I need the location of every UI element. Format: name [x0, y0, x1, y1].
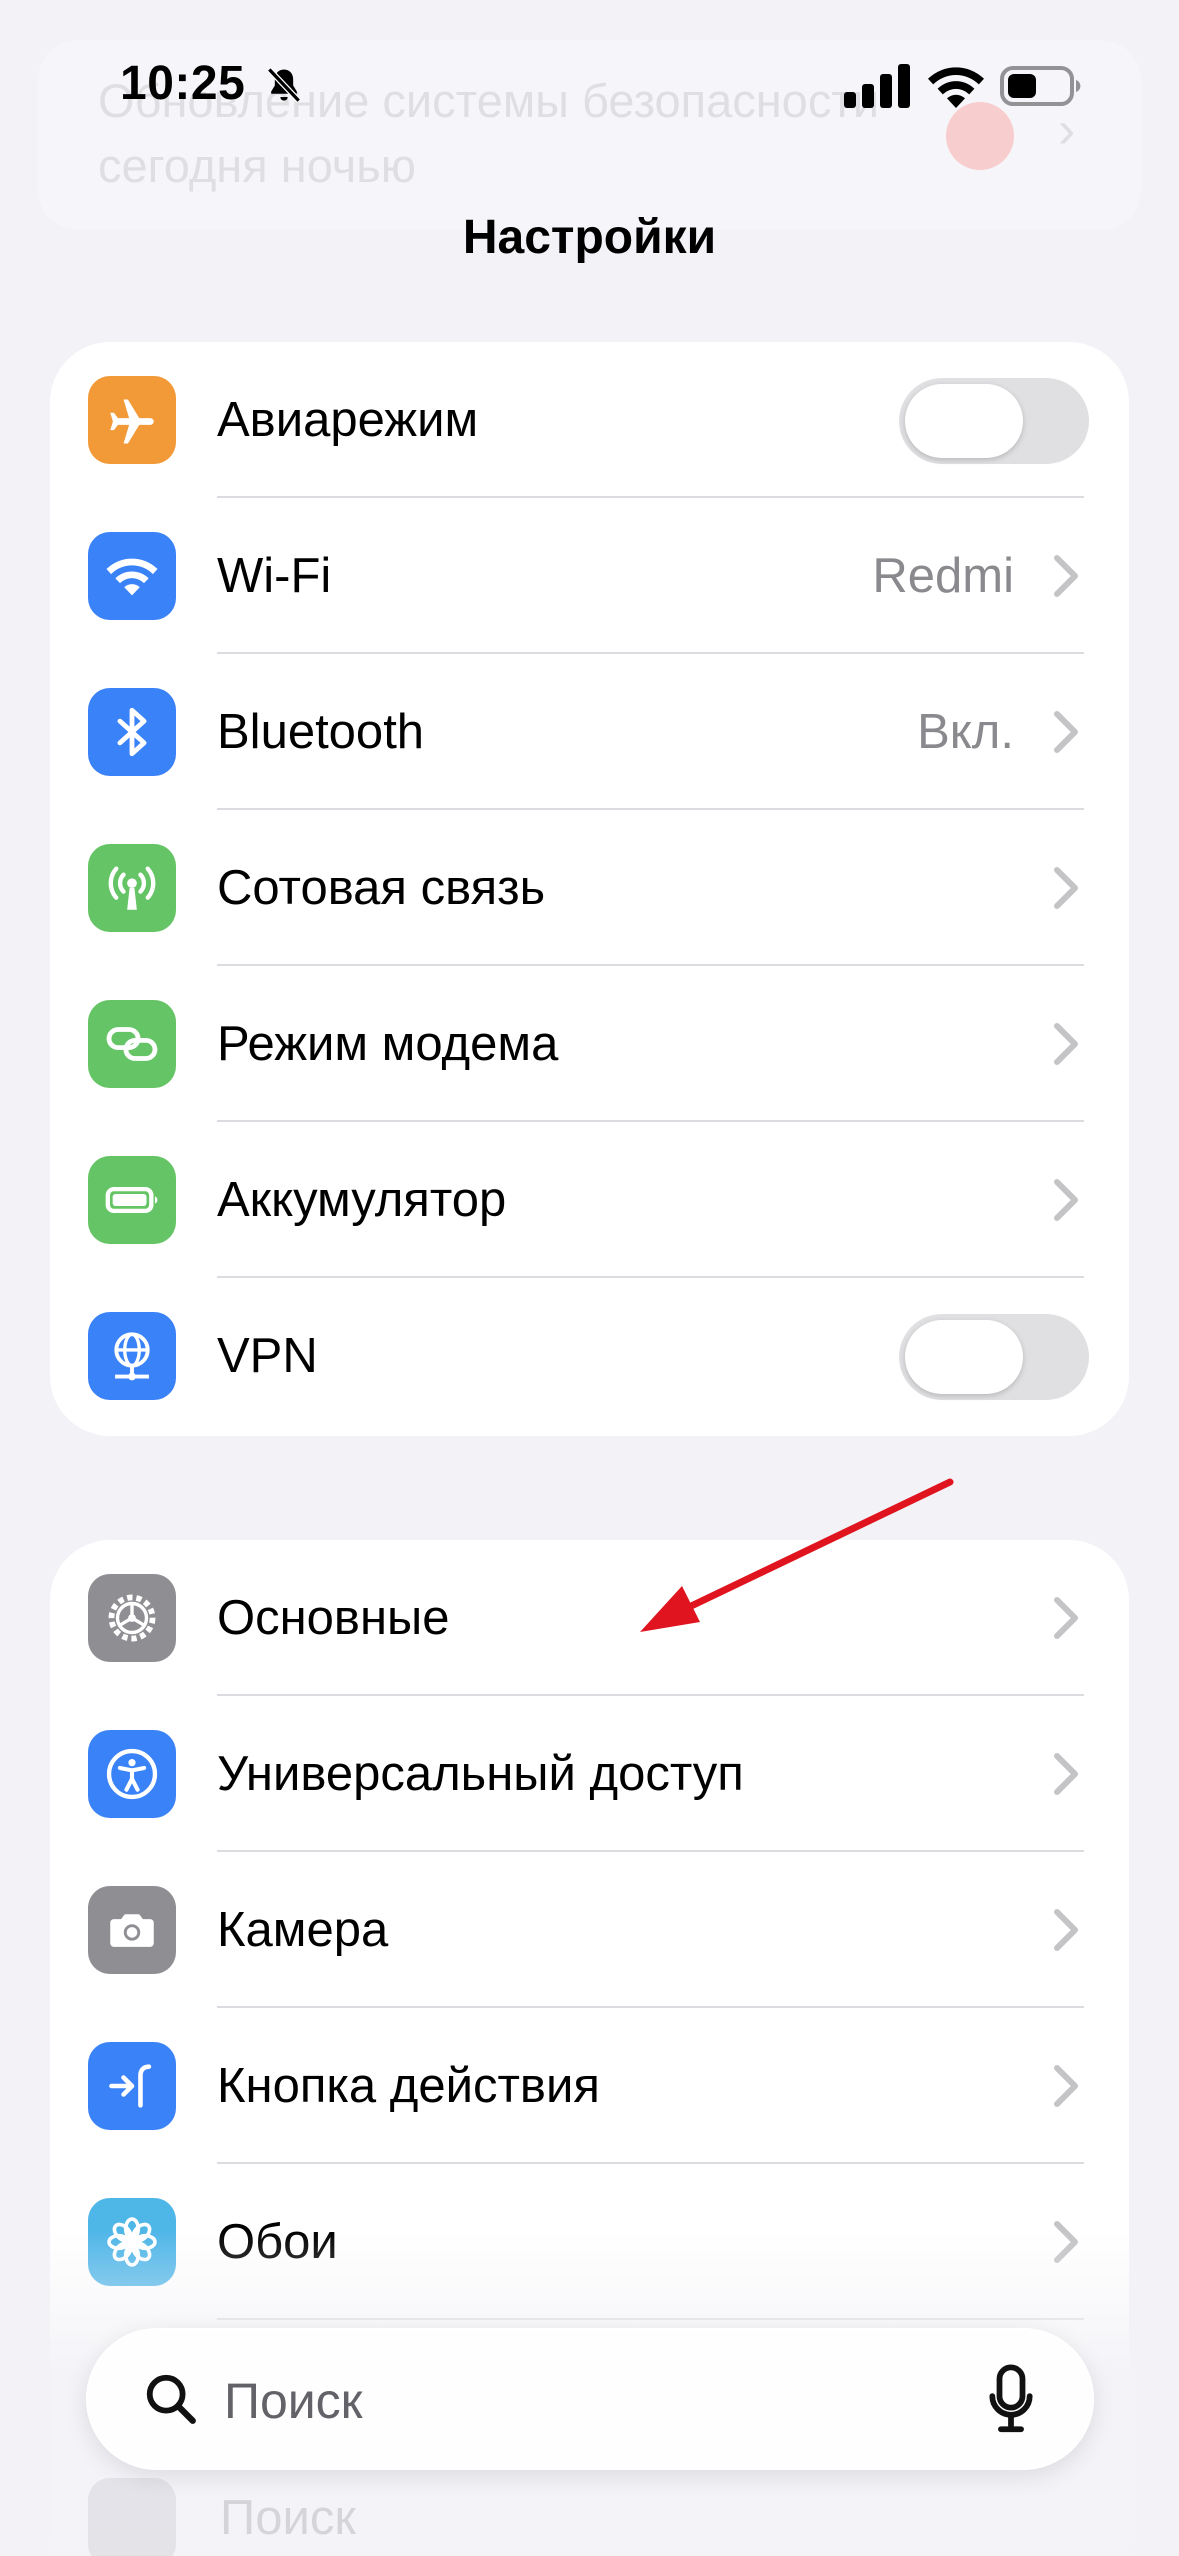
- settings-row-label: Кнопка действия: [217, 2059, 600, 2113]
- search-placeholder: Поиск: [224, 2373, 363, 2429]
- search-bar[interactable]: Поиск: [86, 2328, 1094, 2470]
- settings-row-label: Основные: [217, 1591, 450, 1645]
- settings-row-label: Камера: [217, 1903, 389, 1957]
- bell-slash-icon: [267, 67, 301, 103]
- chevron-right-icon: [1054, 1753, 1078, 1795]
- antenna-icon: [88, 844, 176, 932]
- wifi-icon: [88, 532, 176, 620]
- settings-row-label: Режим модема: [217, 1017, 559, 1071]
- camera-icon: [88, 1886, 176, 1974]
- action-button-icon: [88, 2042, 176, 2130]
- chevron-right-icon: [1054, 1909, 1078, 1951]
- settings-row-hotspot[interactable]: Режим модема: [50, 966, 1129, 1122]
- gear-icon: [88, 1574, 176, 1662]
- settings-row-label: Сотовая связь: [217, 861, 546, 915]
- status-bar: 10:25: [0, 0, 1179, 150]
- ghost-row-icon: [88, 2478, 176, 2556]
- ghost-row-label: Поиск: [220, 2491, 356, 2545]
- settings-row-camera[interactable]: Камера: [50, 1852, 1129, 2008]
- settings-row-general[interactable]: Основные: [50, 1540, 1129, 1696]
- airplane-icon: [88, 376, 176, 464]
- settings-row-accessibility[interactable]: Универсальный доступ: [50, 1696, 1129, 1852]
- bluetooth-status-value: Вкл.: [917, 705, 1014, 759]
- settings-row-wifi[interactable]: Wi-Fi Redmi: [50, 498, 1129, 654]
- settings-screen: Обновление системы безопасности сегодня …: [0, 0, 1179, 2556]
- settings-row-label: Bluetooth: [217, 705, 425, 759]
- chevron-right-icon: [1054, 1179, 1078, 1221]
- settings-row-label: Авиарежим: [217, 393, 479, 447]
- settings-row-label: Аккумулятор: [217, 1173, 507, 1227]
- bluetooth-icon: [88, 688, 176, 776]
- link-icon: [88, 1000, 176, 1088]
- settings-row-vpn[interactable]: VPN: [50, 1278, 1129, 1434]
- battery-status-icon: [1000, 66, 1081, 106]
- vpn-toggle[interactable]: [899, 1314, 1089, 1400]
- toggle-knob: [905, 384, 1023, 458]
- settings-row-cellular[interactable]: Сотовая связь: [50, 810, 1129, 966]
- wifi-network-value: Redmi: [872, 549, 1014, 603]
- settings-row-battery[interactable]: Аккумулятор: [50, 1122, 1129, 1278]
- connectivity-group: Авиарежим Wi-Fi Redmi Bluetooth Вкл. Сот…: [50, 342, 1129, 1436]
- chevron-right-icon: [1054, 1023, 1078, 1065]
- toggle-knob: [905, 1320, 1023, 1394]
- airplane-mode-toggle[interactable]: [899, 378, 1089, 464]
- chevron-right-icon: [1054, 555, 1078, 597]
- wifi-signal-icon: [928, 67, 984, 108]
- settings-row-action-button[interactable]: Кнопка действия: [50, 2008, 1129, 2164]
- chevron-right-icon: [1054, 867, 1078, 909]
- search-icon: [146, 2374, 196, 2424]
- settings-row-bluetooth[interactable]: Bluetooth Вкл.: [50, 654, 1129, 810]
- chevron-right-icon: [1054, 2065, 1078, 2107]
- microphone-icon[interactable]: [988, 2364, 1034, 2434]
- accessibility-icon: [88, 1730, 176, 1818]
- chevron-right-icon: [1054, 711, 1078, 753]
- annotation-arrow: [640, 1478, 954, 1632]
- settings-row-label: Универсальный доступ: [217, 1747, 744, 1801]
- globe-icon: [88, 1312, 176, 1400]
- settings-row-label: VPN: [217, 1329, 318, 1383]
- status-time: 10:25: [120, 57, 246, 110]
- cellular-signal-icon: [844, 64, 910, 108]
- page-title: Настройки: [462, 211, 717, 264]
- chevron-right-icon: [1054, 1597, 1078, 1639]
- settings-row-label: Wi-Fi: [217, 549, 332, 603]
- battery-icon: [88, 1156, 176, 1244]
- settings-row-airplane-mode[interactable]: Авиарежим: [50, 342, 1129, 498]
